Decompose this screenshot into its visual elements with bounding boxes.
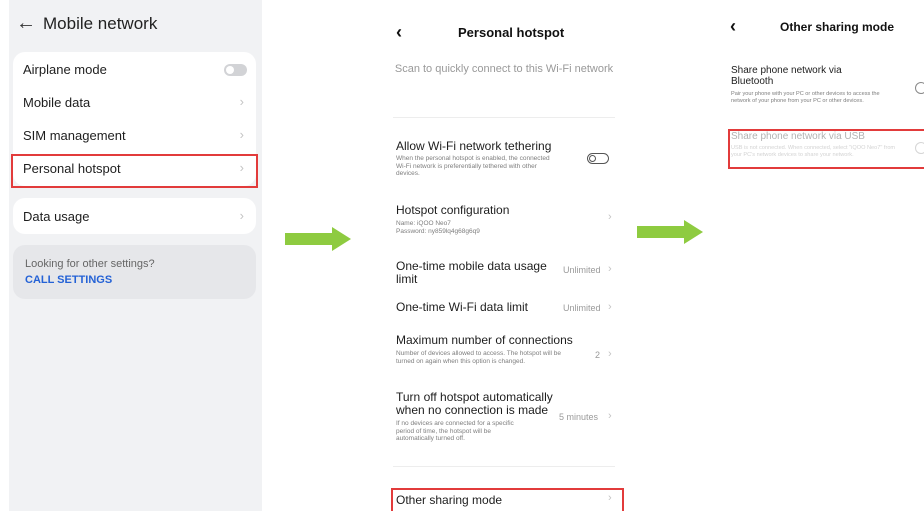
page-title: Other sharing mode — [780, 20, 895, 34]
mobile-limit-title: One-time mobile data usage limit — [396, 259, 547, 286]
max-conn-desc: Number of devices allowed to access. The… — [396, 350, 561, 365]
mobile-limit-value: Unlimited — [563, 265, 601, 275]
other-settings-box: Looking for other settings? CALL SETTING… — [13, 245, 256, 299]
highlight-box — [728, 129, 924, 169]
airplane-mode-row[interactable]: Airplane mode — [13, 53, 256, 86]
page-title: Personal hotspot — [458, 25, 565, 40]
chevron-right-icon: › — [608, 301, 612, 313]
config-password: Password: ny859lq4g68g6q9 — [396, 228, 480, 235]
chevron-right-icon: › — [239, 127, 244, 142]
chevron-right-icon: › — [608, 263, 612, 275]
wifi-limit-title: One-time Wi-Fi data limit — [396, 300, 529, 314]
chevron-right-icon: › — [608, 211, 612, 223]
sim-management-label: SIM management — [23, 128, 126, 143]
arrow-right-icon — [285, 227, 351, 251]
bluetooth-sharing-title: Share phone network via Bluetooth — [731, 65, 842, 87]
max-conn-value: 2 — [595, 350, 601, 360]
airplane-mode-toggle[interactable] — [224, 64, 247, 76]
data-usage-row[interactable]: Data usage › — [13, 200, 256, 233]
back-chevron-icon[interactable]: ‹ — [396, 22, 402, 43]
chevron-right-icon: › — [239, 94, 244, 109]
highlight-box — [391, 488, 624, 511]
personal-hotspot-screen: ‹ Personal hotspot Scan to quickly conne… — [378, 0, 632, 511]
scan-hint: Scan to quickly connect to this Wi-Fi ne… — [394, 63, 614, 75]
data-usage-label: Data usage — [23, 209, 90, 224]
call-settings-link[interactable]: CALL SETTINGS — [25, 274, 112, 286]
chevron-right-icon: › — [239, 208, 244, 223]
divider — [393, 466, 615, 467]
airplane-mode-label: Airplane mode — [23, 62, 107, 77]
highlight-box — [11, 154, 258, 188]
max-conn-title: Maximum number of connections — [396, 333, 573, 347]
config-name: Name: iQOO Neo7 — [396, 220, 451, 227]
sim-management-row[interactable]: SIM management › — [13, 119, 256, 152]
bluetooth-sharing-desc: Pair your phone with your PC or other de… — [731, 91, 880, 104]
config-title: Hotspot configuration — [396, 203, 510, 217]
auto-off-desc: If no devices are connected for a specif… — [396, 420, 514, 442]
wifi-limit-value: Unlimited — [563, 303, 601, 313]
tethering-toggle[interactable] — [587, 153, 609, 164]
divider — [393, 117, 615, 118]
mobile-network-screen: ← Mobile network Airplane mode Mobile da… — [9, 0, 262, 511]
mobile-data-row[interactable]: Mobile data › — [13, 86, 256, 119]
arrow-right-icon — [637, 220, 703, 244]
auto-off-value: 5 minutes — [559, 412, 599, 422]
header: ← Mobile network — [9, 0, 262, 50]
tethering-title: Allow Wi-Fi network tethering — [396, 139, 552, 153]
mobile-data-label: Mobile data — [23, 95, 91, 110]
tethering-desc: When the personal hotspot is enabled, th… — [396, 155, 550, 177]
back-chevron-icon[interactable]: ‹ — [730, 16, 736, 37]
back-arrow-icon[interactable]: ← — [16, 12, 36, 35]
bluetooth-sharing-toggle[interactable] — [915, 82, 924, 94]
data-usage-card: Data usage › — [13, 198, 256, 234]
page-title: Mobile network — [43, 14, 158, 33]
other-settings-question: Looking for other settings? — [25, 258, 155, 270]
chevron-right-icon: › — [608, 348, 612, 360]
auto-off-title: Turn off hotspot automatically when no c… — [396, 390, 553, 417]
other-sharing-screen: ‹ Other sharing mode Share phone network… — [727, 0, 924, 511]
chevron-right-icon: › — [608, 410, 612, 422]
